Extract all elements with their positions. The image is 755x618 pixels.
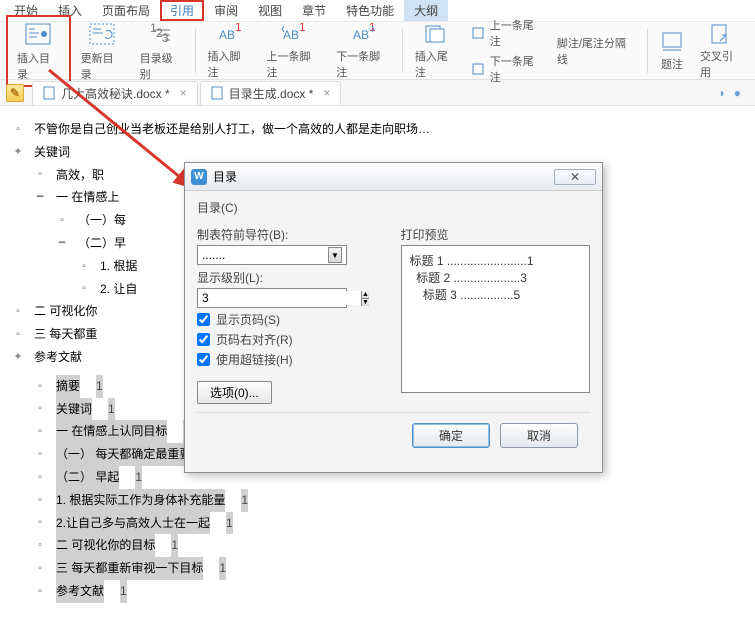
- list-item: ▫1. 根据实际工作为身体补充能量1: [34, 489, 755, 512]
- update-toc-button[interactable]: 更新目录: [75, 18, 130, 84]
- dialog-title: 目录: [213, 168, 237, 185]
- insert-footnote-button[interactable]: AB1 插入脚注: [202, 20, 257, 82]
- prev-endnote-icon: [472, 27, 486, 39]
- paragraph: 不管你是自己创业当老板还是给别人打工，做一个高效的人都是走向职场…: [34, 118, 430, 141]
- svg-text:3: 3: [162, 31, 169, 45]
- menu-section[interactable]: 章节: [292, 0, 336, 21]
- toc-dialog: W 目录 ✕ 目录(C) 制表符前导符(B): ....... ▼ 显示级别(L…: [184, 162, 603, 473]
- menu-outline[interactable]: 大纲: [404, 0, 448, 21]
- svg-text:1: 1: [235, 23, 241, 34]
- insert-toc-icon: [24, 20, 52, 48]
- show-level-label: 显示级别(L):: [197, 269, 387, 286]
- next-footnote-icon: AB1: [351, 22, 375, 46]
- preview-box: 标题 1 ........................1 标题 2 ....…: [401, 245, 591, 393]
- app-icon: W: [191, 169, 207, 185]
- menu-review[interactable]: 审阅: [204, 0, 248, 21]
- list-item: ▫2.让自己多与高效人士在一起1: [34, 512, 755, 535]
- separator: [195, 29, 196, 73]
- group-title: 目录(C): [197, 199, 590, 216]
- insert-toc-button[interactable]: 插入目录: [11, 18, 66, 84]
- preview-label: 打印预览: [401, 226, 591, 243]
- dropdown-icon[interactable]: ▼: [328, 247, 342, 263]
- dialog-titlebar[interactable]: W 目录 ✕: [185, 163, 602, 191]
- show-page-checkbox[interactable]: 显示页码(S): [197, 311, 387, 328]
- close-button[interactable]: ✕: [554, 169, 596, 185]
- spin-down[interactable]: ▼: [362, 299, 369, 306]
- endnote-icon: [424, 22, 448, 46]
- doc-icon: [211, 86, 225, 100]
- cloud-icon[interactable]: ◗: [719, 86, 726, 100]
- level-input[interactable]: [198, 291, 361, 305]
- footnote-separator-button[interactable]: 脚注/尾注分隔线: [551, 33, 641, 69]
- cancel-button[interactable]: 取消: [500, 423, 578, 448]
- toc-level-button[interactable]: 123 目录级别: [134, 18, 189, 84]
- update-toc-icon: [88, 20, 116, 48]
- use-link-checkbox[interactable]: 使用超链接(H): [197, 351, 387, 368]
- svg-text:AB: AB: [283, 28, 299, 42]
- next-endnote-button[interactable]: 下一条尾注: [468, 52, 547, 86]
- footnote-icon: AB1: [217, 22, 241, 46]
- close-icon[interactable]: ×: [180, 86, 187, 100]
- menu-view[interactable]: 视图: [248, 0, 292, 21]
- crossref-button[interactable]: 交叉引用: [694, 20, 749, 82]
- doc-icon: [43, 86, 57, 100]
- right-align-checkbox[interactable]: 页码右对齐(R): [197, 331, 387, 348]
- crossref-icon: [709, 22, 733, 46]
- list-item: ▫参考文献1: [34, 580, 755, 603]
- tab-leader-label: 制表符前导符(B):: [197, 226, 387, 243]
- list-item: ▫三 每天都重新审视一下目标1: [34, 557, 755, 580]
- close-icon[interactable]: ×: [323, 86, 330, 100]
- heading: 关键词: [34, 141, 70, 164]
- tab-doc2[interactable]: 目录生成.docx * ×: [200, 81, 342, 105]
- prev-footnote-button[interactable]: AB1 上一条脚注: [261, 20, 327, 82]
- next-footnote-button[interactable]: AB1 下一条脚注: [330, 20, 396, 82]
- caption-button[interactable]: 题注: [654, 28, 690, 74]
- prev-endnote-button[interactable]: 上一条尾注: [468, 16, 547, 50]
- toc-level-icon: 123: [147, 20, 175, 48]
- caption-icon: [660, 30, 684, 54]
- highlight-insert-toc: 插入目录: [6, 15, 71, 87]
- separator: [647, 29, 648, 73]
- document-tabs: ✎ 几大高效秘诀.docx * × 目录生成.docx * × ◗ ●: [0, 80, 755, 106]
- svg-text:AB: AB: [219, 28, 235, 42]
- options-button[interactable]: 选项(0)...: [197, 381, 272, 404]
- insert-endnote-button[interactable]: 插入尾注: [409, 20, 464, 82]
- svg-text:AB: AB: [353, 28, 369, 42]
- ok-button[interactable]: 确定: [412, 423, 490, 448]
- sync-icon[interactable]: ●: [734, 86, 741, 100]
- prev-footnote-icon: AB1: [281, 22, 305, 46]
- new-doc-icon[interactable]: ✎: [6, 84, 24, 102]
- tab-leader-select[interactable]: ....... ▼: [197, 245, 347, 265]
- tab-doc1[interactable]: 几大高效秘诀.docx * ×: [32, 81, 198, 105]
- menu-special[interactable]: 特色功能: [336, 0, 404, 21]
- list-item: ▫二 可视化你的目标1: [34, 534, 755, 557]
- spin-up[interactable]: ▲: [362, 291, 369, 299]
- show-level-spinner[interactable]: ▲▼: [197, 288, 347, 308]
- separator: [402, 29, 403, 73]
- next-endnote-icon: [472, 63, 486, 75]
- svg-text:1: 1: [299, 23, 305, 34]
- insert-toc-label: 插入目录: [17, 50, 60, 82]
- ribbon: 插入目录 更新目录 123 目录级别 AB1 插入脚注 AB1 上一条脚注 AB…: [0, 22, 755, 80]
